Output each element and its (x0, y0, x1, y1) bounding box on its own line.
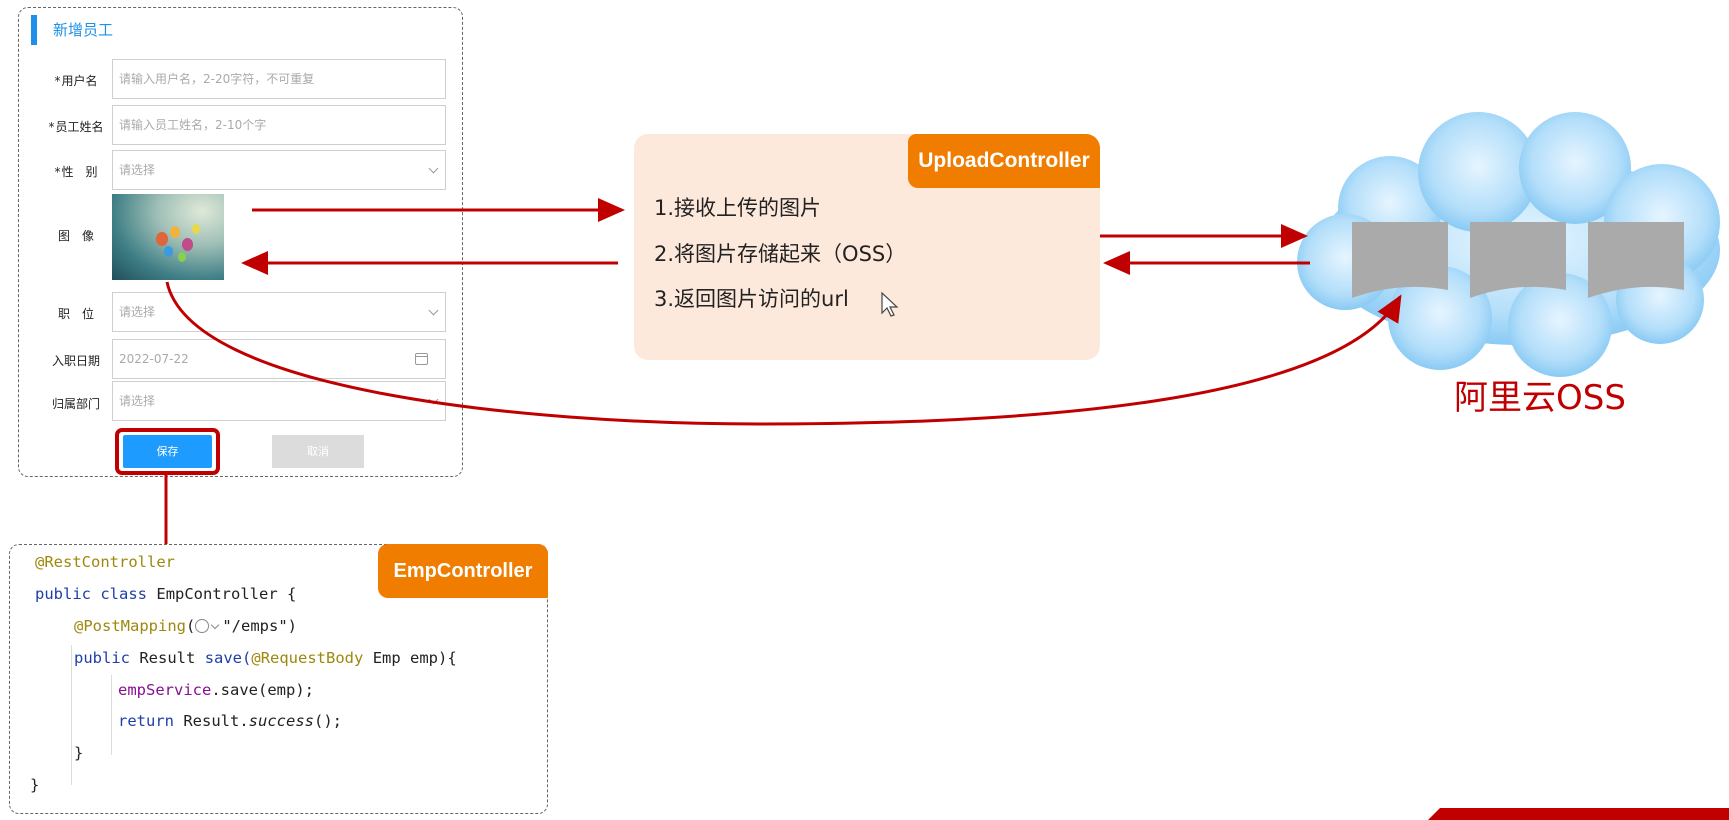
oss-object-2 (1470, 222, 1566, 298)
arrow-image-to-oss (165, 281, 1402, 426)
code-line-2: public class EmpController { (35, 585, 297, 603)
code-line-1: @RestController (35, 553, 175, 571)
corner-banner (1428, 808, 1729, 820)
code-line-6: return Result.success(); (118, 712, 342, 730)
emp-controller-code-box: EmpController @RestController public cla… (9, 544, 548, 814)
code-line-5: empService.save(emp); (118, 681, 314, 699)
code-line-4: public Result save(@RequestBody Emp emp)… (74, 649, 457, 667)
indent-guide (111, 675, 112, 755)
globe-icon (195, 619, 210, 633)
oss-label: 阿里云OSS (1454, 378, 1626, 418)
oss-object-1 (1352, 222, 1448, 298)
code-line-3: @PostMapping("/emps") (74, 617, 297, 635)
code-line-7: } (74, 744, 84, 762)
oss-object-3 (1588, 222, 1684, 298)
chevron-down-icon (211, 620, 220, 630)
indent-guide (71, 645, 72, 785)
cursor-icon (881, 291, 899, 317)
code-line-8: } (30, 776, 40, 794)
emp-controller-tag: EmpController (378, 544, 548, 598)
